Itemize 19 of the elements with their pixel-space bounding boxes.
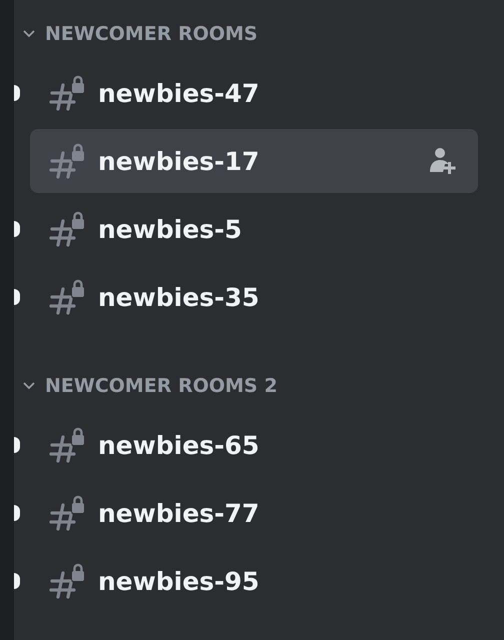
locked-channel-icon — [48, 141, 86, 181]
category-header[interactable]: NEWCOMER ROOMS 2 — [14, 370, 504, 402]
locked-channel-icon — [48, 561, 86, 601]
locked-channel-icon — [48, 493, 86, 533]
channel-item[interactable]: newbies-5 — [30, 197, 478, 261]
channel-item[interactable]: newbies-17 — [30, 129, 478, 193]
channel-item[interactable]: newbies-65 — [30, 413, 478, 477]
channel-item[interactable]: newbies-95 — [30, 549, 478, 613]
channel-item[interactable]: newbies-35 — [30, 265, 478, 329]
chevron-icon — [22, 381, 36, 391]
locked-channel-icon — [48, 425, 86, 465]
locked-channel-icon — [48, 73, 86, 113]
category-header[interactable]: NEWCOMER ROOMS — [14, 18, 504, 50]
chevron-icon — [22, 29, 36, 39]
locked-channel-icon — [48, 277, 86, 317]
channel-item[interactable]: newbies-47 — [30, 61, 478, 125]
channel-item[interactable]: newbies-77 — [30, 481, 478, 545]
locked-channel-icon — [48, 209, 86, 249]
invite-icon[interactable] — [430, 146, 458, 176]
